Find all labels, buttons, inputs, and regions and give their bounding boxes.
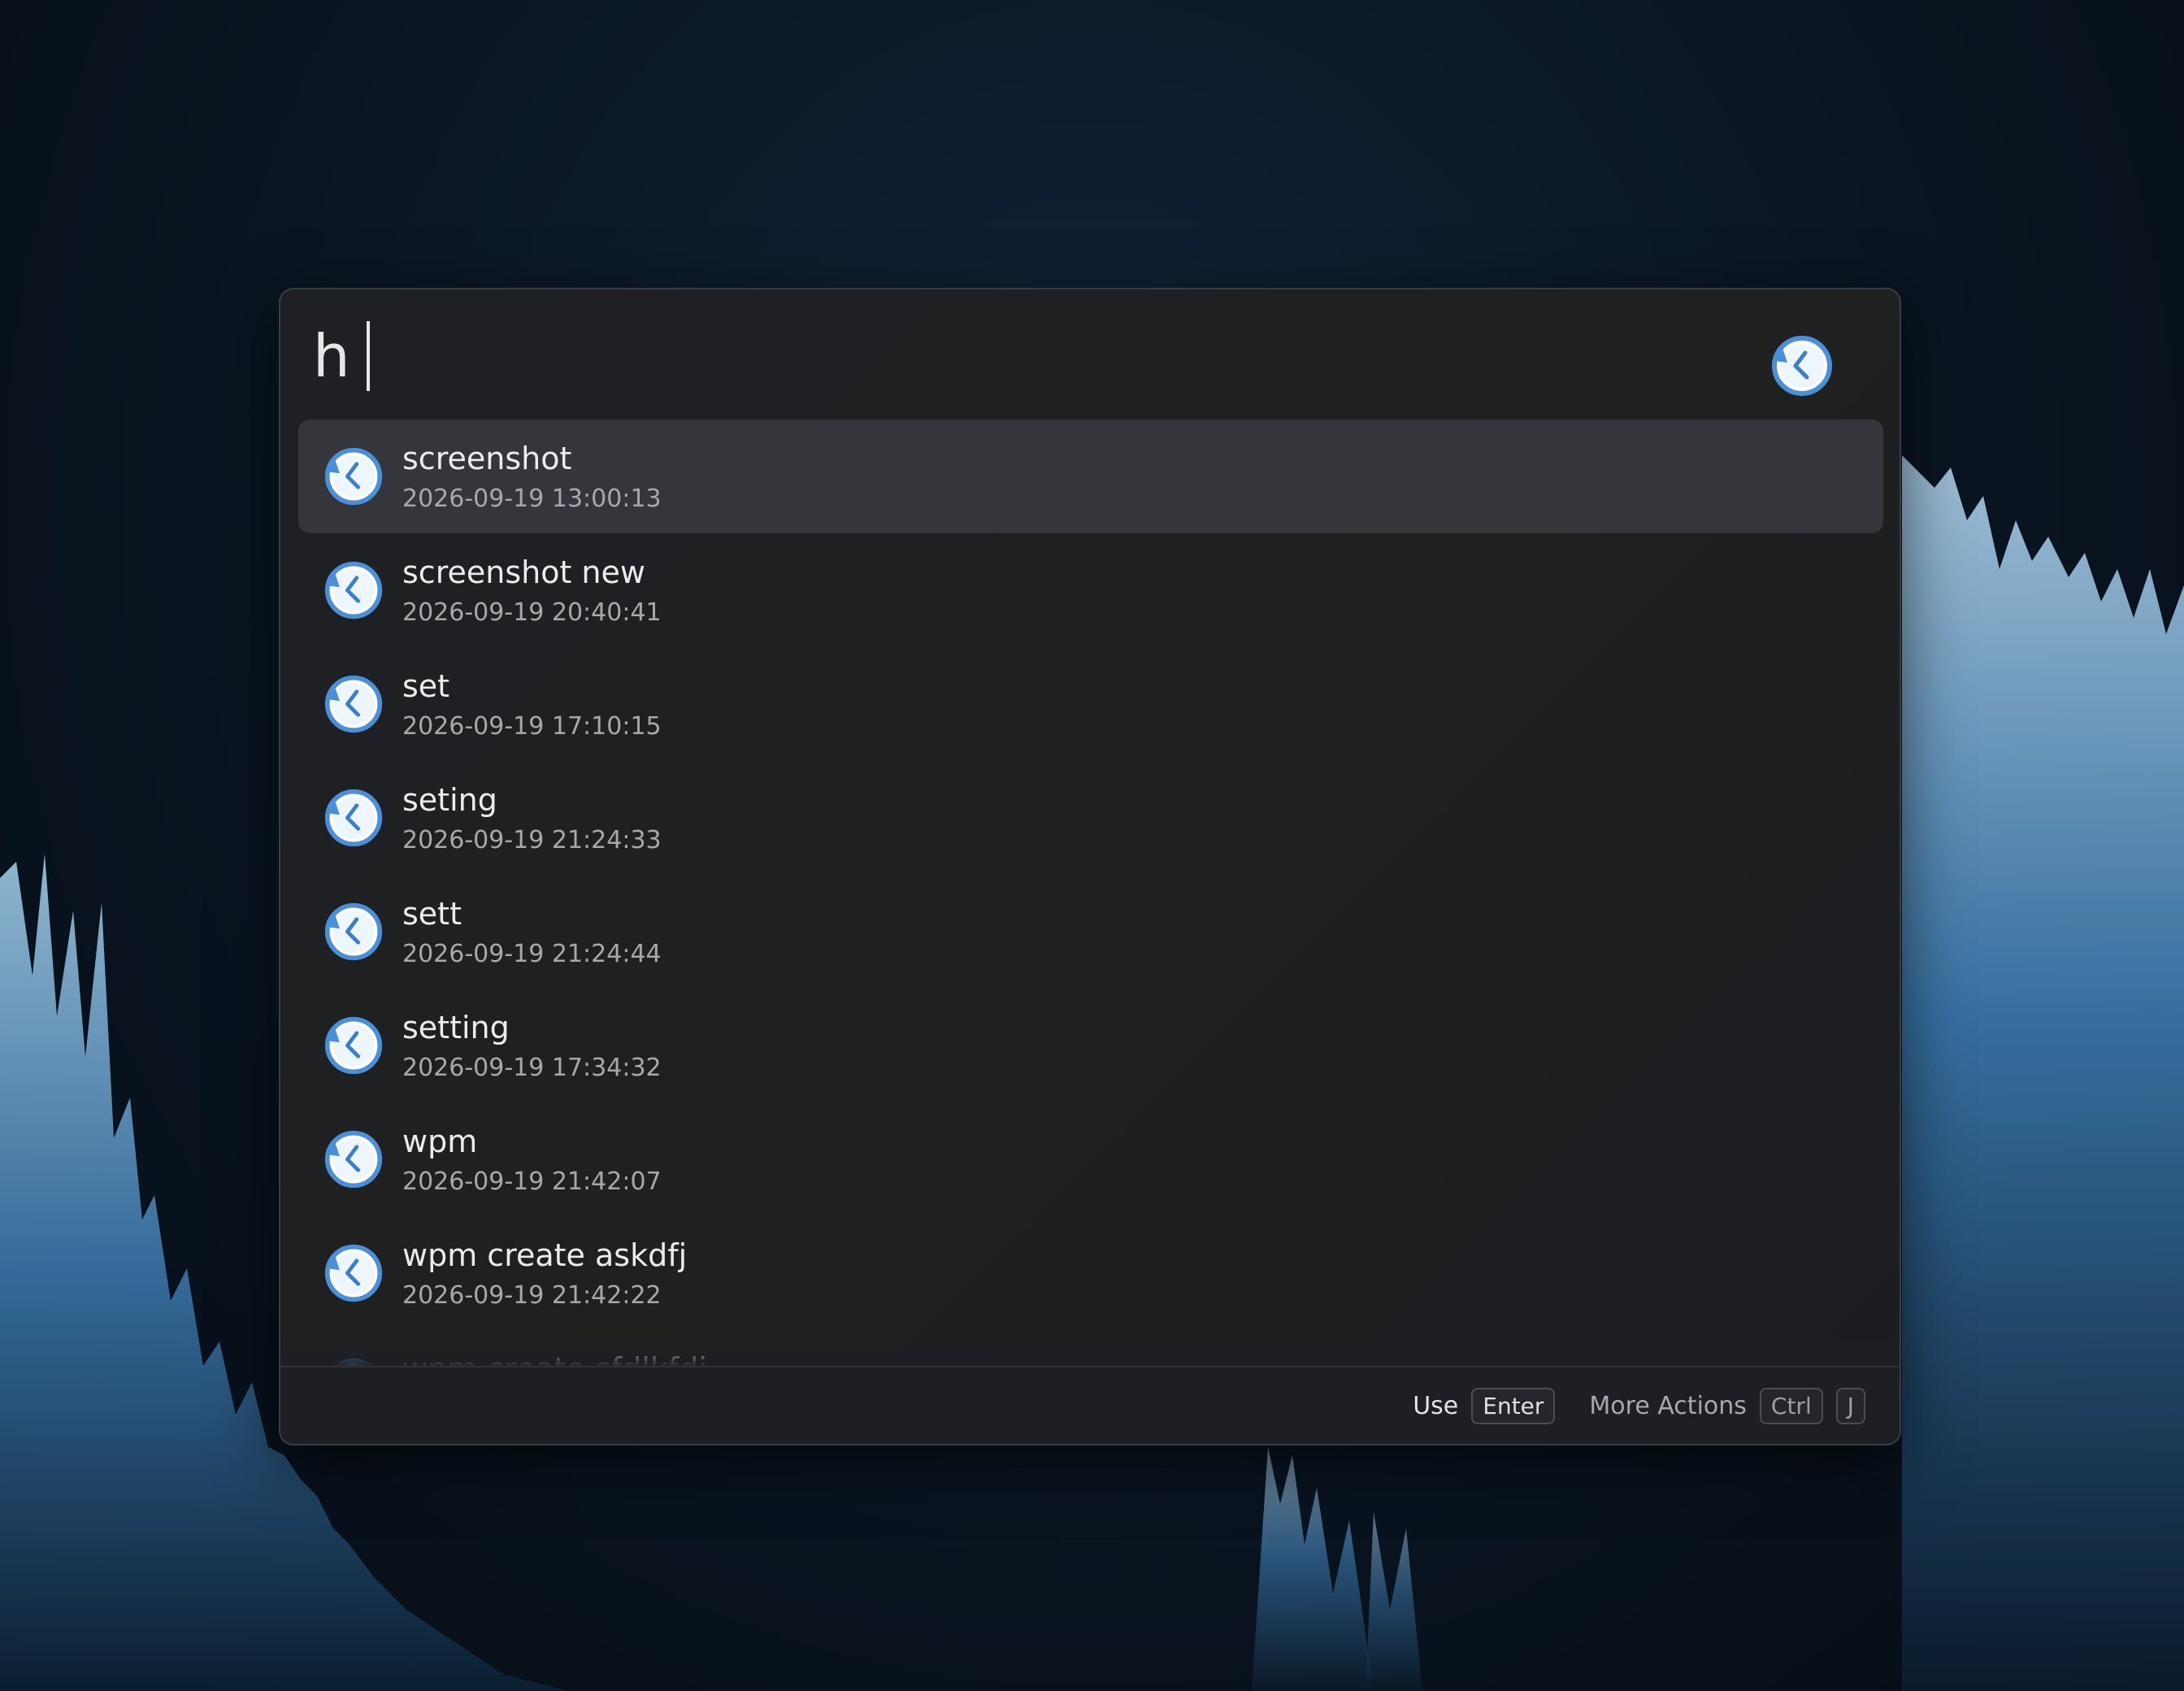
- result-title: set: [402, 668, 450, 704]
- history-clock-icon: [323, 787, 384, 849]
- result-subtitle: 2026-09-19 21:24:44: [402, 940, 662, 968]
- j-key-badge[interactable]: J: [1835, 1387, 1865, 1424]
- history-clock-icon: [323, 1015, 384, 1076]
- result-title: screenshot new: [402, 554, 645, 590]
- result-title: wpm create askdfj: [402, 1237, 688, 1273]
- footer-bar: Use Enter More Actions Ctrl J: [280, 1366, 1900, 1444]
- result-subtitle: 2026-09-19 21:42:22: [402, 1281, 662, 1310]
- history-clock-icon: [323, 673, 384, 735]
- history-clock-icon: [323, 1242, 384, 1304]
- search-input[interactable]: h: [313, 315, 370, 397]
- history-clock-icon: [323, 559, 384, 621]
- result-title: seting: [402, 782, 497, 818]
- result-subtitle: 2026-09-19 21:42:07: [402, 1167, 662, 1196]
- result-title: sett: [402, 896, 462, 932]
- result-subtitle: 2026-09-19 17:34:32: [402, 1054, 662, 1082]
- result-row[interactable]: setting 2026-09-19 17:34:32: [298, 989, 1883, 1102]
- history-clock-icon: [323, 1128, 384, 1190]
- result-row[interactable]: seting 2026-09-19 21:24:33: [298, 761, 1883, 875]
- result-title: setting: [402, 1010, 510, 1045]
- ctrl-key-badge[interactable]: Ctrl: [1759, 1387, 1823, 1424]
- result-row[interactable]: wpm create askdfj 2026-09-19 21:42:22: [298, 1216, 1883, 1330]
- result-row[interactable]: sett 2026-09-19 21:24:44: [298, 875, 1883, 989]
- more-actions-label[interactable]: More Actions: [1589, 1392, 1747, 1420]
- history-clock-icon[interactable]: [1769, 333, 1834, 398]
- result-row[interactable]: screenshot 2026-09-19 13:00:13: [298, 419, 1883, 533]
- result-row[interactable]: screenshot new 2026-09-19 20:40:41: [298, 533, 1883, 647]
- search-bar: h: [280, 289, 1900, 419]
- text-caret: [366, 321, 370, 391]
- result-row[interactable]: wpm 2026-09-19 21:42:07: [298, 1102, 1883, 1216]
- result-subtitle: 2026-09-19 17:10:15: [402, 712, 662, 741]
- history-clock-icon: [323, 446, 384, 507]
- search-query-text: h: [313, 322, 350, 390]
- results-list: screenshot 2026-09-19 13:00:13 screenshot…: [298, 419, 1883, 1444]
- result-subtitle: 2026-09-19 21:24:33: [402, 826, 662, 854]
- history-clock-icon: [323, 901, 384, 963]
- footer-actions: Use Enter More Actions Ctrl J: [1413, 1367, 1865, 1444]
- use-label[interactable]: Use: [1413, 1392, 1458, 1420]
- result-title: screenshot: [402, 441, 572, 476]
- enter-key-badge[interactable]: Enter: [1471, 1387, 1556, 1424]
- result-row[interactable]: set 2026-09-19 17:10:15: [298, 647, 1883, 761]
- result-subtitle: 2026-09-19 20:40:41: [402, 598, 662, 627]
- launcher-panel: h screenshot 2026-09-19 13:00:13 screensh…: [279, 288, 1901, 1445]
- result-title: wpm: [402, 1124, 478, 1159]
- result-subtitle: 2026-09-19 13:00:13: [402, 485, 662, 513]
